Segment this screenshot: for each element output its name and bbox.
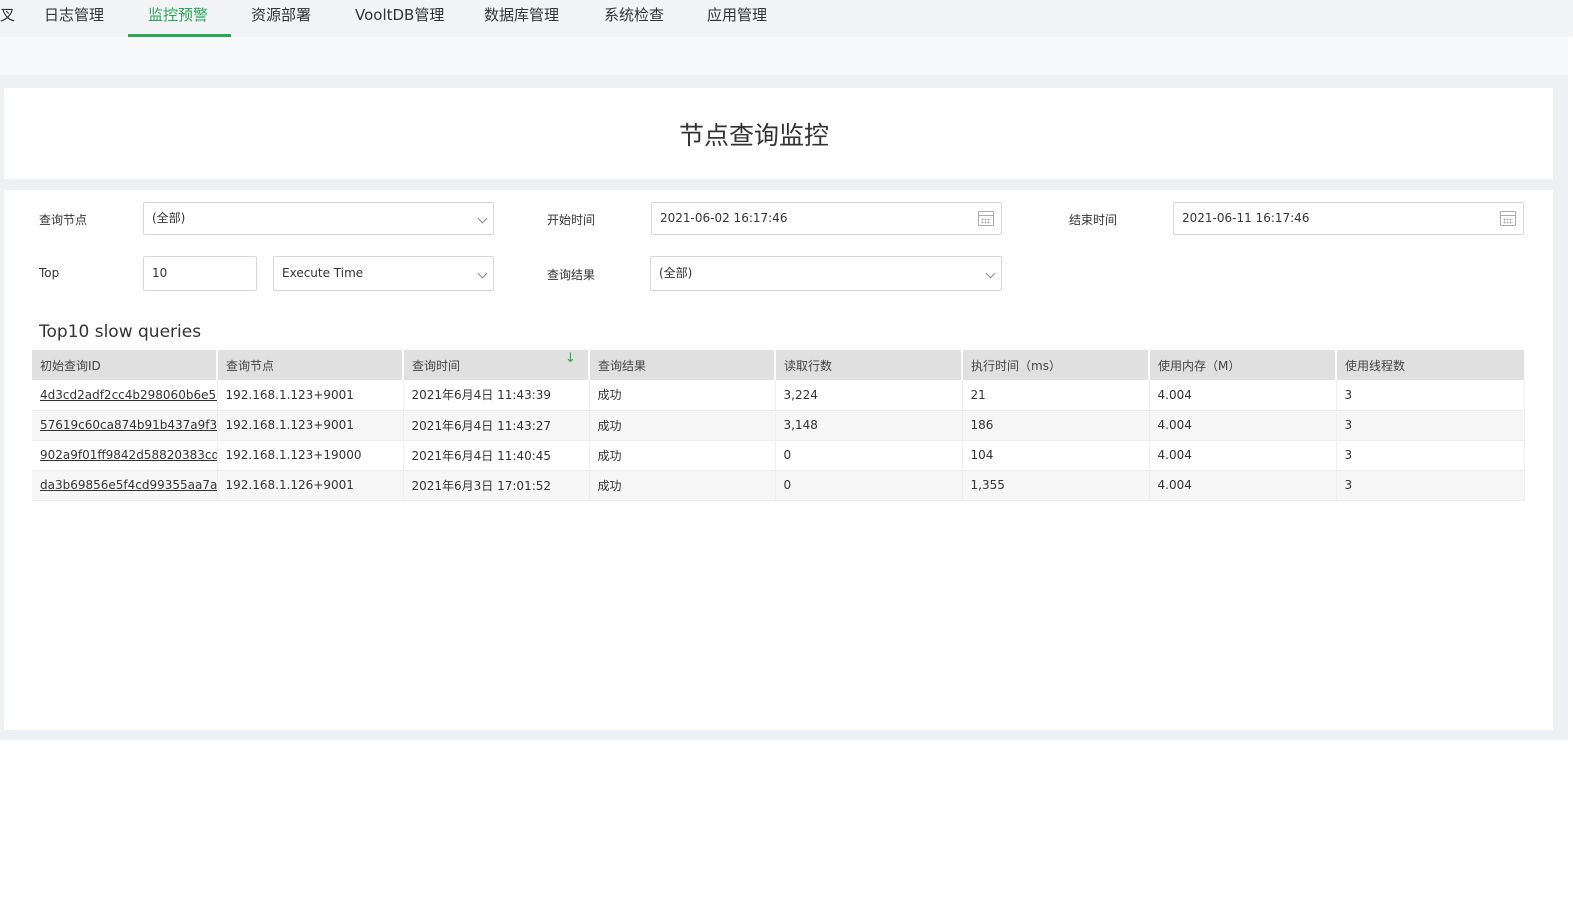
query-node-label: 查询节点 [39,213,88,227]
nav-item-truncated[interactable]: 叉 [0,4,15,25]
table-cell: 192.168.1.126+9001 [217,470,404,501]
table-cell: 192.168.1.123+9001 [217,410,404,441]
table-cell: 4.004 [1149,440,1337,471]
table-cell: 成功 [589,410,776,441]
sort-by-value: Execute Time [282,266,364,280]
nav-item-system-check[interactable]: 系统检查 [604,4,664,37]
table-cell: 192.168.1.123+19000 [217,440,404,471]
table-cell: 成功 [589,440,776,471]
table-cell: 3 [1336,470,1525,501]
query-id-link[interactable]: 902a9f01ff9842d58820383cdd29 [40,448,216,462]
sort-by-select[interactable]: Execute Time [273,256,494,291]
nav-item-database-management[interactable]: 数据库管理 [484,4,559,37]
table-row: 57619c60ca874b91b437a9f3324 192.168.1.12… [32,410,1525,441]
table-row: 902a9f01ff9842d58820383cdd29 192.168.1.1… [32,440,1525,471]
table-cell: 4d3cd2adf2cc4b298060b6e51ea [32,380,218,411]
top-count-input[interactable]: 10 [143,256,257,291]
table-cell: 3,148 [775,410,963,441]
query-node-select[interactable]: (全部) [143,202,494,235]
query-id-link[interactable]: 4d3cd2adf2cc4b298060b6e51ea [40,388,216,402]
top-count-value: 10 [152,266,168,280]
sort-desc-icon[interactable]: ↓ [565,351,576,366]
table-cell: da3b69856e5f4cd99355aa7a6c6 [32,470,218,501]
top-navigation: 叉 日志管理 监控预警 资源部署 VooltDB管理 数据库管理 系统检查 应用… [0,0,1573,37]
start-time-picker[interactable]: 2021-06-02 16:17:46 [651,202,1002,235]
sub-toolbar [0,37,1568,76]
calendar-icon[interactable] [978,211,994,226]
section-title: Top10 slow queries [39,322,202,342]
table-cell: 2021年6月3日 17:01:52 [403,470,590,501]
query-id-link[interactable]: da3b69856e5f4cd99355aa7a6c6 [40,478,216,492]
nav-item-app-management[interactable]: 应用管理 [707,4,767,37]
end-time-label: 结束时间 [1069,213,1118,227]
end-time-picker[interactable]: 2021-06-11 16:17:46 [1173,202,1524,235]
table-cell: 192.168.1.123+9001 [217,380,404,411]
end-time-value: 2021-06-11 16:17:46 [1182,211,1310,225]
table-cell: 0 [775,470,963,501]
nav-item-monitoring-alerts[interactable]: 监控预警 [148,4,208,37]
nav-item-log-management[interactable]: 日志管理 [44,4,104,37]
table-cell: 3 [1336,380,1525,411]
query-id-link[interactable]: 57619c60ca874b91b437a9f3324 [40,418,216,432]
column-header-query-node[interactable]: 查询节点 [217,350,404,380]
table-cell: 3 [1336,410,1525,441]
table-cell: 902a9f01ff9842d58820383cdd29 [32,440,218,471]
column-header-query-result[interactable]: 查询结果 [589,350,776,380]
table-cell: 2021年6月4日 11:43:27 [403,410,590,441]
column-header-memory[interactable]: 使用内存（M） [1149,350,1337,380]
table-cell: 104 [962,440,1150,471]
table-cell: 4.004 [1149,410,1337,441]
calendar-icon[interactable] [1500,211,1516,226]
table-cell: 2021年6月4日 11:40:45 [403,440,590,471]
table-cell: 186 [962,410,1150,441]
table-cell: 0 [775,440,963,471]
column-header-query-time[interactable]: 查询时间 [403,350,590,380]
table-cell: 21 [962,380,1150,411]
start-time-label: 开始时间 [547,213,596,227]
chevron-down-icon [477,268,488,279]
top-label: Top [39,266,60,280]
query-panel: 查询节点 (全部) 开始时间 2021-06-02 16:17:46 结束时间 … [4,190,1553,730]
table-cell: 成功 [589,470,776,501]
table-row: da3b69856e5f4cd99355aa7a6c6 192.168.1.12… [32,470,1525,501]
start-time-value: 2021-06-02 16:17:46 [660,211,788,225]
nav-item-resource-deployment[interactable]: 资源部署 [251,4,311,37]
query-result-value: (全部) [659,266,693,280]
chevron-down-icon [985,268,996,279]
column-header-threads[interactable]: 使用线程数 [1336,350,1524,380]
table-cell: 3,224 [775,380,963,411]
table-cell: 4.004 [1149,470,1337,501]
query-node-value: (全部) [152,211,186,225]
nav-item-voltdb-management[interactable]: VooltDB管理 [355,4,444,37]
table-cell: 3 [1336,440,1525,471]
table-cell: 57619c60ca874b91b437a9f3324 [32,410,218,441]
table-cell: 1,355 [962,470,1150,501]
page-title: 节点查询监控 [678,121,829,150]
query-result-select[interactable]: (全部) [650,256,1002,291]
query-result-label: 查询结果 [547,268,596,282]
chevron-down-icon [477,213,488,224]
title-panel: 节点查询监控 [4,88,1553,179]
column-header-rows-read[interactable]: 读取行数 [775,350,963,380]
slow-queries-table: 初始查询ID 查询节点 查询时间 查询结果 读取行数 执行时间（ms） 使用内存… [32,350,1525,501]
column-header-query-id[interactable]: 初始查询ID [32,350,218,380]
table-cell: 4.004 [1149,380,1337,411]
table-cell: 成功 [589,380,776,411]
table-row: 4d3cd2adf2cc4b298060b6e51ea 192.168.1.12… [32,380,1525,411]
column-header-exec-time[interactable]: 执行时间（ms） [962,350,1150,380]
table-cell: 2021年6月4日 11:43:39 [403,380,590,411]
table-header-row: 初始查询ID 查询节点 查询时间 查询结果 读取行数 执行时间（ms） 使用内存… [32,350,1524,380]
